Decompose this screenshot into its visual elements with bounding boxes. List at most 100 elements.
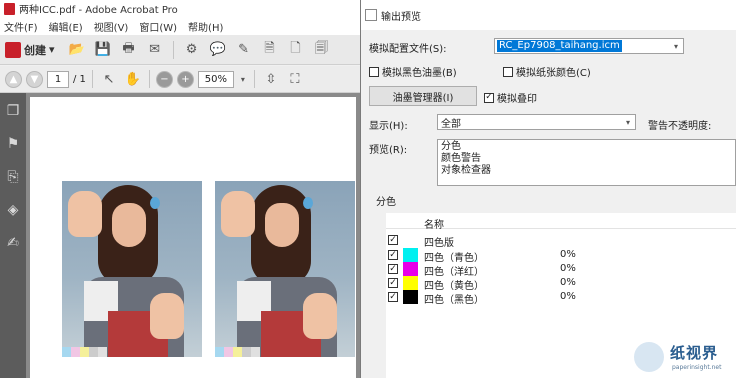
watermark: 纸视界 paperinsight.net bbox=[634, 340, 734, 378]
preview-option-color-warnings[interactable]: 颜色警告 bbox=[441, 153, 735, 165]
preview-option-object-inspector[interactable]: 对象检查器 bbox=[441, 165, 735, 177]
separation-row-process-plates[interactable]: ✓ 四色版 bbox=[386, 233, 736, 249]
dialog-title-bar: 输出预览 bbox=[361, 0, 736, 30]
chevron-down-icon: ▾ bbox=[49, 43, 55, 56]
dialog-title: 输出预览 bbox=[381, 11, 421, 23]
layers-icon[interactable]: ◈ bbox=[0, 195, 26, 225]
separation-row-black[interactable]: ✓ 四色（黑色） 0% bbox=[386, 290, 736, 306]
page-toolbar: ▲ ▼ 1 / 1 ↖ ✋ − + 50% ▾ ⇳ ⛶ bbox=[0, 66, 360, 93]
separation-name: 四色（黑色） bbox=[424, 295, 484, 306]
watermark-url: paperinsight.net bbox=[672, 364, 722, 371]
simulate-black-ink-option[interactable]: 模拟黑色油墨(B) bbox=[369, 64, 457, 79]
toolbar-divider bbox=[148, 70, 150, 88]
show-select[interactable]: 全部 ▾ bbox=[437, 114, 636, 130]
chevron-down-icon[interactable]: ▾ bbox=[238, 69, 248, 89]
toolbar-divider bbox=[91, 70, 93, 88]
navigation-pane: ❐ ⚑ ⎘ ◈ ✍ bbox=[0, 93, 26, 378]
menu-help[interactable]: 帮助(H) bbox=[188, 19, 223, 34]
bookmark-icon[interactable]: ⚑ bbox=[0, 129, 26, 159]
separation-checkbox[interactable]: ✓ bbox=[388, 292, 398, 302]
dialog-window-icon bbox=[365, 9, 377, 21]
preview-option-separations[interactable]: 分色 bbox=[441, 141, 735, 153]
pdf-file-icon bbox=[4, 2, 15, 15]
create-button[interactable]: 创建 ▾ bbox=[5, 41, 55, 58]
zoom-out-icon[interactable]: − bbox=[155, 70, 173, 88]
separation-checkbox[interactable]: ✓ bbox=[388, 250, 398, 260]
document-area bbox=[26, 93, 360, 378]
hand-tool-icon[interactable]: ✋ bbox=[123, 69, 143, 89]
cyan-swatch bbox=[403, 248, 418, 262]
black-swatch bbox=[403, 290, 418, 304]
menu-edit[interactable]: 编辑(E) bbox=[49, 19, 83, 34]
separation-row-yellow[interactable]: ✓ 四色（黄色） 0% bbox=[386, 276, 736, 292]
main-toolbar: 创建 ▾ 📂 💾 🖶 ✉ ⚙ 💬 ✎ 🗎 🗋 🗐 bbox=[0, 35, 360, 65]
previous-page-icon[interactable]: ▲ bbox=[5, 70, 22, 88]
preview-row: 预览(R): bbox=[369, 141, 407, 156]
export-pdf-icon[interactable]: 🗋 bbox=[286, 40, 306, 60]
separation-checkbox[interactable]: ✓ bbox=[388, 278, 398, 288]
menu-file[interactable]: 文件(F) bbox=[4, 19, 38, 34]
zoom-level-input[interactable]: 50% bbox=[197, 70, 234, 88]
create-icon bbox=[5, 41, 21, 58]
comment-icon[interactable]: 💬 bbox=[208, 40, 228, 60]
simulate-overprint-checkbox[interactable]: ✓ bbox=[484, 92, 494, 103]
yellow-swatch bbox=[403, 276, 418, 290]
simulation-profile-value: RC_Ep7908_taihang.icm bbox=[497, 40, 622, 52]
page-thumbnails-icon[interactable]: ❐ bbox=[0, 96, 26, 126]
toolbar-divider bbox=[253, 70, 255, 88]
zoom-in-icon[interactable]: + bbox=[176, 70, 194, 88]
open-folder-icon[interactable]: 📂 bbox=[67, 40, 87, 60]
separations-table-header: 名称 bbox=[386, 213, 736, 231]
print-icon[interactable]: 🖶 bbox=[119, 40, 139, 60]
attachment-icon[interactable]: ⎘ bbox=[0, 162, 26, 192]
simulate-overprint-label: 模拟叠印 bbox=[497, 94, 537, 105]
email-icon[interactable]: ✉ bbox=[145, 40, 165, 60]
show-row: 显示(H): bbox=[369, 117, 408, 132]
simulate-overprint-option[interactable]: ✓ 模拟叠印 bbox=[484, 90, 537, 105]
acrobat-menu-bar: 文件(F) 编辑(E) 视图(V) 窗口(W) 帮助(H) bbox=[0, 17, 360, 35]
separation-checkbox[interactable]: ✓ bbox=[388, 235, 398, 245]
simulate-black-ink-label: 模拟黑色油墨(B) bbox=[382, 68, 457, 79]
portrait-photo-right bbox=[215, 181, 355, 357]
highlight-icon[interactable]: ✎ bbox=[234, 40, 254, 60]
warning-opacity-row: 警告不透明度: bbox=[648, 117, 711, 132]
separations-title: 分色 bbox=[376, 197, 396, 208]
chevron-down-icon: ▾ bbox=[625, 117, 630, 127]
separation-row-cyan[interactable]: ✓ 四色（青色） 0% bbox=[386, 248, 736, 264]
gear-icon[interactable]: ⚙ bbox=[182, 40, 202, 60]
color-swatch-strip bbox=[215, 347, 260, 357]
show-value: 全部 bbox=[441, 118, 461, 130]
fill-sign-icon[interactable]: 🗐 bbox=[312, 40, 332, 60]
preview-listbox[interactable]: 分色 颜色警告 对象检查器 bbox=[437, 139, 736, 186]
separation-percent: 0% bbox=[560, 291, 576, 302]
simulate-black-ink-checkbox[interactable] bbox=[369, 66, 379, 77]
simulation-profile-row: 模拟配置文件(S): bbox=[369, 40, 447, 55]
fit-page-icon[interactable]: ⇳ bbox=[261, 69, 281, 89]
acrobat-title-bar: 两种ICC.pdf - Adobe Acrobat Pro bbox=[0, 0, 360, 17]
ink-manager-button[interactable]: 油墨管理器(I) bbox=[369, 86, 477, 106]
watermark-text: 纸视界 bbox=[670, 344, 719, 362]
separation-row-magenta[interactable]: ✓ 四色（洋红） 0% bbox=[386, 262, 736, 278]
menu-window[interactable]: 窗口(W) bbox=[139, 19, 177, 34]
full-screen-icon[interactable]: ⛶ bbox=[285, 69, 305, 89]
edit-pdf-icon[interactable]: 🗎 bbox=[260, 40, 280, 60]
menu-view[interactable]: 视图(V) bbox=[94, 19, 129, 34]
simulation-profile-select[interactable]: RC_Ep7908_taihang.icm ▾ bbox=[494, 38, 684, 54]
separation-name: 四色版 bbox=[424, 238, 454, 249]
color-swatch-strip bbox=[62, 347, 107, 357]
select-cursor-icon[interactable]: ↖ bbox=[99, 69, 119, 89]
separations-title-row: 分色 bbox=[376, 193, 396, 208]
separation-percent: 0% bbox=[560, 277, 576, 288]
signature-icon[interactable]: ✍ bbox=[0, 228, 26, 258]
show-label: 显示(H): bbox=[369, 121, 408, 132]
simulate-paper-color-option[interactable]: 模拟纸张颜色(C) bbox=[503, 64, 591, 79]
toolbar-divider bbox=[172, 40, 174, 59]
separation-checkbox[interactable]: ✓ bbox=[388, 264, 398, 274]
page-number-input[interactable]: 1 bbox=[47, 70, 69, 88]
save-icon[interactable]: 💾 bbox=[93, 40, 113, 60]
acrobat-title: 两种ICC.pdf - Adobe Acrobat Pro bbox=[19, 5, 178, 16]
simulate-paper-color-checkbox[interactable] bbox=[503, 66, 513, 77]
next-page-icon[interactable]: ▼ bbox=[26, 70, 43, 88]
create-label: 创建 bbox=[24, 43, 46, 57]
preview-label: 预览(R): bbox=[369, 145, 408, 156]
